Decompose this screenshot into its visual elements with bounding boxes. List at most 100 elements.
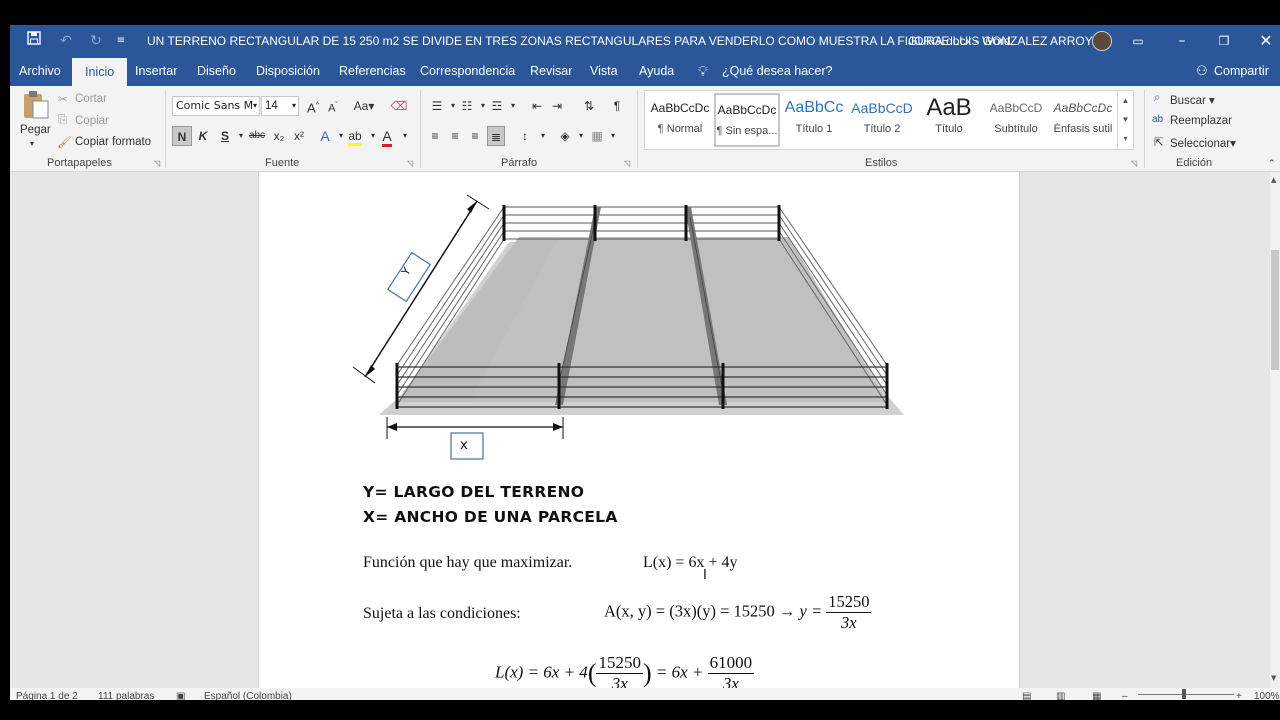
clear-format-icon[interactable]: ⌫ (390, 96, 408, 116)
align-center-icon[interactable]: ≡ (446, 126, 464, 146)
format-painter-icon: 🖌︎ (57, 137, 72, 149)
font-color-icon[interactable]: A (378, 126, 396, 147)
paste-dropdown-icon[interactable]: ▾ (30, 139, 34, 148)
font-size-box[interactable]: 14 ▾ (261, 96, 299, 116)
language-status[interactable]: Español (Colombia) (204, 691, 292, 700)
page-count[interactable]: Página 1 de 2 (16, 691, 78, 700)
replace-button[interactable]: Reemplazar (1170, 115, 1232, 127)
tab-correspondencia[interactable]: Correspondencia (420, 57, 515, 86)
styles-launcher-icon[interactable]: ◹ (1131, 159, 1137, 168)
word-count[interactable]: 111 palabras (98, 691, 154, 700)
style-heading-2[interactable]: AaBbCcD Título 2 (849, 93, 915, 147)
line-spacing-dropdown-icon[interactable]: ▾ (534, 126, 552, 146)
undo-icon[interactable]: ↶ (54, 25, 78, 57)
document-title: UN TERRENO RECTANGULAR DE 15 250 m2 SE D… (147, 34, 1011, 48)
grow-font-icon[interactable]: A^ (304, 96, 322, 116)
read-mode-icon[interactable]: ▤ (1022, 691, 1031, 700)
document-page[interactable]: Y x Y= LARGO DEL TERRENO X= ANCHO DE UNA… (258, 172, 1020, 688)
document-area[interactable]: Y x Y= LARGO DEL TERRENO X= ANCHO DE UNA… (10, 172, 1270, 688)
style-heading-1[interactable]: AaBbCc Título 1 (781, 93, 847, 147)
styles-scroll[interactable]: ▲ ▼ ▾ (1117, 91, 1133, 149)
share-button[interactable]: Compartir (1214, 57, 1269, 86)
style-subtle-emphasis[interactable]: AaBbCcDc Énfasis sutil (1050, 93, 1116, 147)
scroll-thumb[interactable] (1271, 250, 1279, 370)
subscript-button[interactable]: x₂ (270, 126, 288, 146)
tab-revisar[interactable]: Revisar (530, 57, 572, 86)
tab-ayuda[interactable]: Ayuda (639, 57, 674, 86)
paste-icon[interactable] (22, 90, 50, 123)
avatar[interactable] (1092, 31, 1112, 51)
align-right-icon[interactable]: ≡ (466, 126, 484, 146)
tell-me-box[interactable]: ¿Qué desea hacer? (722, 57, 833, 86)
tab-insertar[interactable]: Insertar (135, 57, 177, 86)
paste-button[interactable]: Pegar (20, 124, 51, 136)
find-button[interactable]: Buscar ▾ (1170, 93, 1215, 107)
styles-gallery: AaBbCcDc ¶ Normal AaBbCcDc ¶ Sin espa... A… (644, 90, 1134, 150)
proofing-icon[interactable]: ▣ (176, 691, 185, 700)
style-no-spacing[interactable]: AaBbCcDc ¶ Sin espa... (714, 93, 780, 147)
copy-icon: ⎘ (58, 114, 68, 126)
cut-button[interactable]: Cortar (75, 93, 107, 105)
user-name[interactable]: JORGE LUIS GONZALEZ ARROYO (908, 25, 1102, 57)
clipboard-group-label: Portapapeles (47, 157, 112, 169)
tab-archivo[interactable]: Archivo (19, 57, 61, 86)
zoom-slider[interactable] (1138, 694, 1234, 695)
shrink-font-icon[interactable]: Aˇ (324, 96, 342, 116)
web-layout-icon[interactable]: ▦ (1092, 691, 1101, 700)
font-launcher-icon[interactable]: ◹ (407, 159, 413, 168)
tab-referencias[interactable]: Referencias (339, 57, 406, 86)
ribbon-tabs: Archivo Inicio Insertar Diseño Disposici… (10, 57, 1280, 86)
superscript-button[interactable]: x² (290, 126, 308, 146)
zoom-in-icon[interactable]: + (1236, 691, 1242, 700)
minimize-icon[interactable]: – (1170, 25, 1194, 57)
font-dropdown-icon[interactable]: ▾ (253, 97, 257, 115)
customize-qat-icon[interactable]: ≡ (114, 25, 128, 57)
increase-indent-icon[interactable]: ⇥ (548, 96, 566, 116)
size-dropdown-icon[interactable]: ▾ (292, 97, 296, 115)
font-color-dropdown-icon[interactable]: ▾ (396, 126, 414, 146)
zoom-slider-thumb[interactable] (1182, 689, 1186, 699)
highlight-icon[interactable]: ab (346, 126, 364, 146)
select-button[interactable]: Seleccionar▾ (1170, 136, 1236, 150)
ribbon-display-icon[interactable]: ▭ (1126, 25, 1150, 57)
collapse-ribbon-icon[interactable]: ⌃ (1268, 158, 1276, 169)
format-painter-button[interactable]: Copiar formato (75, 136, 151, 148)
style-subtitle[interactable]: AaBbCcD Subtítulo (983, 93, 1049, 147)
clipboard-launcher-icon[interactable]: ◹ (154, 159, 160, 168)
save-icon[interactable] (24, 25, 44, 57)
redo-icon[interactable]: ↻ (86, 25, 106, 57)
scroll-up-icon[interactable]: ▲ (1271, 176, 1276, 184)
scroll-down-icon[interactable]: ▼ (1271, 674, 1276, 682)
cut-icon: ✂ (58, 94, 68, 106)
maximize-icon[interactable]: ❐ (1212, 25, 1236, 57)
copy-button[interactable]: Copiar (75, 115, 109, 127)
multilevel-dropdown-icon[interactable]: ▾ (504, 96, 522, 116)
font-name-box[interactable]: Comic Sans M ▾ (172, 96, 260, 116)
tab-vista[interactable]: Vista (590, 57, 618, 86)
strikethrough-button[interactable]: abc (246, 126, 268, 146)
vertical-scrollbar[interactable]: ▲ ▼ (1270, 172, 1280, 688)
print-layout-icon[interactable]: ▥ (1056, 691, 1065, 700)
change-case-icon[interactable]: Aa▾ (350, 96, 378, 116)
show-formatting-icon[interactable]: ¶ (608, 96, 626, 116)
ribbon: Pegar ▾ ✂ Cortar ⎘ Copiar 🖌︎ Copiar form… (10, 86, 1280, 172)
justify-icon[interactable]: ≣ (487, 126, 505, 146)
divider (420, 90, 421, 168)
line-spacing-icon[interactable]: ↕ (516, 126, 534, 146)
italic-button[interactable]: K (194, 126, 212, 146)
style-title[interactable]: AaB Título (916, 93, 982, 147)
tab-diseno[interactable]: Diseño (197, 57, 236, 86)
style-normal[interactable]: AaBbCcDc ¶ Normal (647, 93, 713, 147)
font-name-value: Comic Sans M (176, 99, 254, 112)
tab-disposicion[interactable]: Disposición (256, 57, 320, 86)
bold-button[interactable]: N (172, 126, 192, 146)
zoom-level[interactable]: 100% (1254, 691, 1280, 700)
sort-icon[interactable]: ⇅ (580, 96, 598, 116)
paragraph-launcher-icon[interactable]: ◹ (624, 159, 630, 168)
close-icon[interactable]: ✕ (1254, 25, 1278, 57)
zoom-out-icon[interactable]: – (1122, 691, 1128, 700)
decrease-indent-icon[interactable]: ⇤ (528, 96, 546, 116)
borders-dropdown-icon[interactable]: ▾ (604, 126, 622, 146)
align-left-icon[interactable]: ≡ (426, 126, 444, 146)
tab-inicio[interactable]: Inicio (72, 58, 128, 86)
